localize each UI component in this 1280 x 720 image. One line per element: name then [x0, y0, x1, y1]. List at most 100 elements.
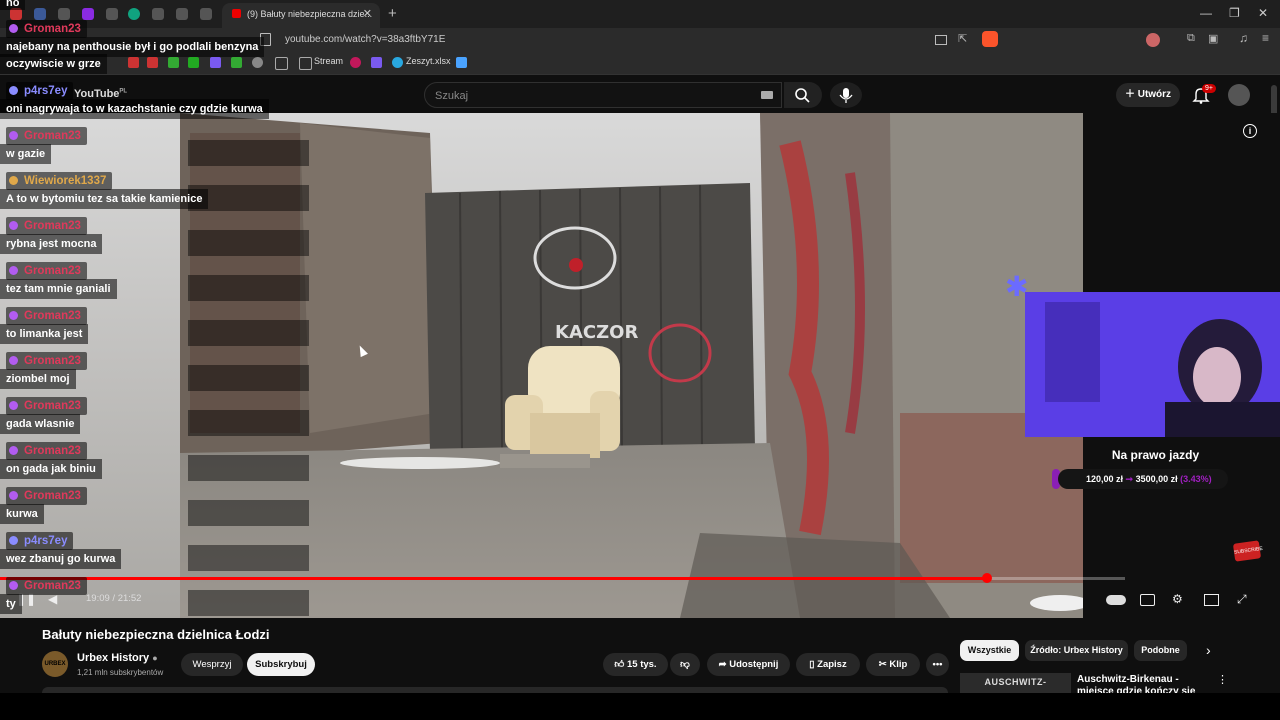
minimize-button[interactable]: —: [1200, 6, 1212, 20]
chat-message: oczywiscie w grze: [0, 54, 107, 74]
progress-scrubber[interactable]: [981, 573, 992, 583]
share-button[interactable]: ➦ Udostępnij: [707, 653, 790, 676]
chat-message: tez tam mnie ganiali: [0, 279, 117, 299]
recommendation-menu-icon[interactable]: ⋮: [1217, 673, 1228, 686]
search-icon: [795, 88, 810, 103]
chat-username[interactable]: Groman23: [6, 577, 87, 595]
channel-name[interactable]: Urbex History ●: [77, 652, 158, 664]
info-icon[interactable]: i: [1243, 124, 1257, 138]
media-icon[interactable]: ♫: [1239, 31, 1248, 45]
create-button[interactable]: ＋ Utwórz: [1116, 83, 1180, 107]
recommendation-thumbnail[interactable]: AUSCHWITZ-BIRKENAU: [960, 673, 1071, 705]
chat-message: gada wlasnie: [0, 414, 81, 434]
chat-username[interactable]: p4rs7ey: [6, 532, 74, 550]
like-count: 15 tys.: [627, 659, 657, 670]
chat-overlay: no Groman23 najebany na penthousie był i…: [0, 0, 310, 620]
bookmark-favicon[interactable]: [456, 57, 467, 68]
autoplay-toggle[interactable]: [1106, 595, 1126, 605]
account-avatar[interactable]: [1228, 84, 1250, 106]
dislike-button[interactable]: 👎︎: [670, 653, 700, 676]
subscribe-sticker: SUBSCRIBE: [1232, 540, 1263, 562]
menu-icon[interactable]: ≡: [1262, 31, 1269, 45]
create-label: Utwórz: [1137, 89, 1172, 100]
sub-badge-icon: [9, 311, 18, 320]
donation-goal-bar: 120,00 zł ➞ 3500,00 zł (3.43%): [1058, 469, 1228, 489]
chat-username[interactable]: Groman23: [6, 217, 87, 235]
subscribe-button[interactable]: Subskrybuj: [247, 653, 315, 676]
mic-icon: [839, 88, 853, 103]
bookmark-save-icon: ▯: [809, 659, 818, 670]
video-title: Bałuty niebezpieczna dzielnica Łodzi: [42, 627, 270, 642]
chat-username[interactable]: p4rs7ey: [6, 82, 74, 100]
bookmark-favicon[interactable]: [350, 57, 361, 68]
chat-message: rybna jest mocna: [0, 234, 103, 254]
search-input[interactable]: Szukaj: [424, 82, 782, 108]
restore-button[interactable]: ❐: [1229, 6, 1240, 20]
subscriber-count: 1,21 mln subskrybentów: [77, 668, 164, 677]
chat-username[interactable]: Groman23: [6, 397, 87, 415]
keyboard-icon[interactable]: [761, 91, 773, 99]
brave-shield-icon[interactable]: [982, 31, 998, 47]
sub-badge-icon: [9, 401, 18, 410]
extensions-puzzle-icon[interactable]: ⧉: [1187, 32, 1195, 45]
sub-badge-icon: [9, 581, 18, 590]
more-actions-button[interactable]: •••: [926, 653, 949, 676]
save-button[interactable]: ▯ Zapisz: [796, 653, 860, 676]
sidebar-icon[interactable]: ▣: [1208, 32, 1218, 45]
save-label: Zapisz: [817, 659, 847, 670]
chat-username[interactable]: Groman23: [6, 20, 87, 38]
voice-search-button[interactable]: [830, 82, 862, 108]
chat-fragment: no: [0, 0, 26, 10]
cast-icon[interactable]: [935, 35, 947, 45]
chat-message: oni nagrywaja to w kazachstanie czy gdzi…: [0, 99, 269, 119]
chevron-right-icon[interactable]: ›: [1206, 642, 1211, 658]
new-tab-button[interactable]: +: [388, 5, 397, 22]
url-field[interactable]: youtube.com/watch?v=38a3ftbY71E: [285, 30, 1000, 50]
chip-similar[interactable]: Podobne: [1134, 640, 1187, 661]
chat-username[interactable]: Wiewiorek1337: [6, 172, 113, 190]
settings-gear-icon[interactable]: ⚙: [1172, 592, 1183, 606]
chat-message: to limanka jest: [0, 324, 89, 344]
spider-icon: ✱: [1005, 271, 1029, 302]
chat-username[interactable]: Groman23: [6, 487, 87, 505]
goal-target: 3500,00 zł: [1135, 474, 1178, 484]
bookmark-favicon[interactable]: [371, 57, 382, 68]
channel-avatar[interactable]: URBEX: [42, 651, 68, 677]
verified-icon: ●: [152, 653, 158, 663]
clip-button[interactable]: ✂ Klip: [866, 653, 920, 676]
bookmark-stream[interactable]: Stream: [314, 56, 343, 66]
close-window-button[interactable]: ✕: [1258, 6, 1268, 20]
extension-icon[interactable]: [1146, 33, 1160, 47]
sub-badge-icon: [9, 491, 18, 500]
chat-username[interactable]: Groman23: [6, 307, 87, 325]
subtitles-icon[interactable]: [1140, 594, 1155, 606]
support-button[interactable]: Wesprzyj: [181, 653, 243, 676]
chat-username[interactable]: Groman23: [6, 262, 87, 280]
search-button[interactable]: [784, 82, 822, 108]
goal-current: 120,00 zł: [1086, 474, 1124, 484]
sub-badge-icon: [9, 86, 18, 95]
tab-close-icon[interactable]: ✕: [363, 3, 372, 25]
fullscreen-icon[interactable]: ⤢: [1237, 592, 1247, 607]
sub-badge-icon: [9, 266, 18, 275]
chip-source[interactable]: Źródło: Urbex History: [1025, 640, 1128, 661]
recommendation-title[interactable]: Auschwitz-Birkenau - miejsce gdzie kończ…: [1077, 674, 1207, 694]
chat-username[interactable]: Groman23: [6, 127, 87, 145]
clip-label: Klip: [889, 659, 908, 670]
like-button[interactable]: 👍︎ 15 tys.: [603, 653, 668, 676]
thumbs-down-icon: 👎︎: [680, 659, 690, 670]
chat-message: ziombel moj: [0, 369, 76, 389]
bookmark-zeszyt[interactable]: Zeszyt.xlsx: [406, 56, 451, 66]
share-arrow-icon: ➦: [718, 659, 730, 670]
chat-username[interactable]: Groman23: [6, 442, 87, 460]
sub-badge-icon: [9, 356, 18, 365]
sub-badge-icon: [9, 446, 18, 455]
miniplayer-icon[interactable]: [1204, 594, 1219, 606]
chip-all[interactable]: Wszystkie: [960, 640, 1019, 661]
share-icon[interactable]: ⇱: [958, 32, 967, 45]
more-icon: •••: [932, 659, 943, 670]
sub-badge-icon: [9, 176, 18, 185]
chat-username[interactable]: Groman23: [6, 352, 87, 370]
chat-message: wez zbanuj go kurwa: [0, 549, 122, 569]
sub-badge-icon: [9, 24, 18, 33]
